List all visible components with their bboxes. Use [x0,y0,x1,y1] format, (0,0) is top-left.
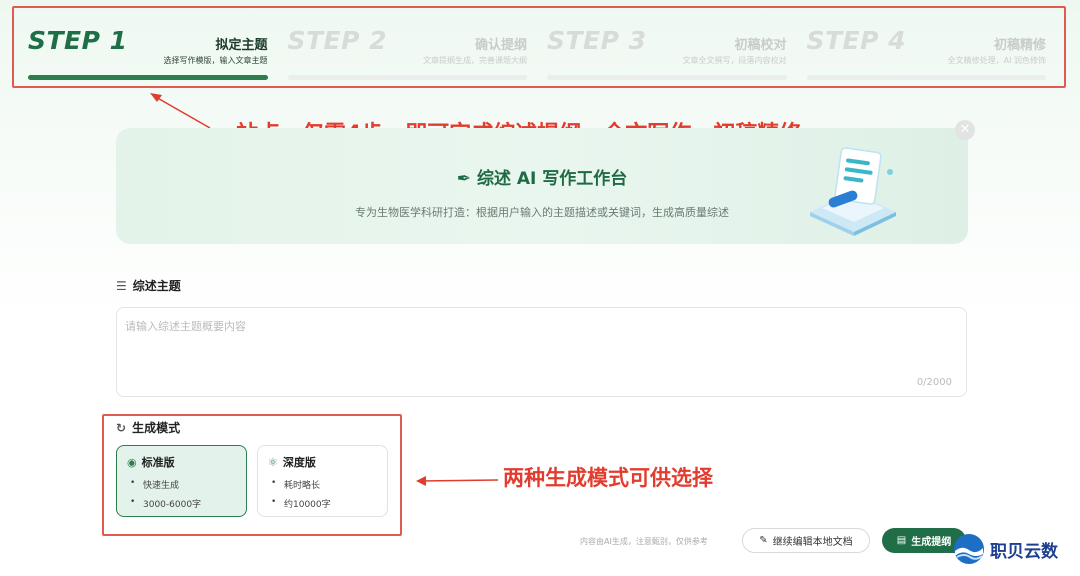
step-title: 拟定主题 [215,38,268,53]
step-description: 选择写作模版，输入文章主题 [163,56,268,65]
workspace-banner: ✒ 综述 AI 写作工作台 专为生物医学科研打造：根据用户输入的主题描述或关键词，… [116,128,968,244]
mode-option-deep[interactable]: ⚛ 深度版 耗时略长 约10000字 [257,445,388,517]
steps-bar: STEP 1 拟定主题 选择写作模版，输入文章主题 STEP 2 确认提纲 文章… [12,6,1066,88]
mode-option-feature: 3000-6000字 [127,497,236,510]
step-number: STEP 4 [806,26,907,55]
step-title: 初稿校对 [734,38,787,53]
mode-option-name: 深度版 [282,456,316,469]
pen-nib-icon: ✒ [456,169,471,189]
document-illustration-icon [810,147,896,236]
step-title: 确认提纲 [474,38,527,53]
step-number: STEP 2 [287,26,388,55]
step-progress-bar [806,75,1046,80]
step-3[interactable]: STEP 3 初稿校对 文章全文撰写，段落内容校对 [539,8,799,86]
ai-disclaimer: 内容由AI生成，注意甄别，仅供参考 [580,537,708,546]
mode-label-text: 生成模式 [132,421,181,435]
step-title: 初稿精修 [993,38,1046,53]
step-number: STEP 3 [547,26,647,55]
arrow-head-modes [416,476,426,486]
mode-option-name: 标准版 [141,456,175,469]
topic-label-text: 综述主题 [132,279,181,293]
mode-section-label: ↻ 生成模式 [116,419,180,436]
brand-logo-icon [954,534,984,564]
annotation-modes: 两种生成模式可供选择 [503,466,713,490]
atom-icon: ⚛ [268,455,278,469]
topic-input[interactable]: 请输入综述主题概要内容 0/2000 [116,307,967,397]
step-description: 全文精修处理，AI 润色修饰 [947,56,1046,65]
topic-placeholder: 请输入综述主题概要内容 [125,320,246,333]
mode-option-feature: 约10000字 [268,497,377,510]
step-1[interactable]: STEP 1 拟定主题 选择写作模版，输入文章主题 [20,8,280,86]
close-banner-button[interactable]: ✕ [955,120,975,140]
step-2[interactable]: STEP 2 确认提纲 文章提纲生成，完善课题大纲 [280,8,540,86]
brand-name: 职贝云数 [990,541,1058,562]
step-number: STEP 1 [28,26,128,55]
step-description: 文章全文撰写，段落内容校对 [682,56,787,65]
step-progress-bar [547,75,787,80]
mode-option-title: ◉ 标准版 [127,454,236,470]
topic-section-label: ☰ 综述主题 [116,277,181,294]
mode-option-standard[interactable]: ◉ 标准版 快速生成 3000-6000字 [116,445,247,517]
edit-local-document-button[interactable]: ✎ 继续编辑本地文档 [742,528,870,553]
character-counter: 0/2000 [916,377,952,388]
generate-button-label: 生成提纲 [911,537,952,548]
edit-icon: ✎ [759,535,768,546]
mode-option-title: ⚛ 深度版 [268,454,377,470]
step-description: 文章提纲生成，完善课题大纲 [423,56,527,65]
step-progress-bar [287,75,527,80]
banner-title: 综述 AI 写作工作台 [476,169,628,189]
document-icon: ▤ [896,535,907,546]
step-progress-bar [28,75,268,80]
brand-watermark: 职贝云数 [952,532,1058,566]
step-4[interactable]: STEP 4 初稿精修 全文精修处理，AI 润色修饰 [799,8,1059,86]
radio-selected-icon: ◉ [127,455,137,469]
list-icon: ☰ [116,278,127,293]
mode-option-feature: 耗时略长 [268,478,377,491]
refresh-icon: ↻ [116,420,127,435]
edit-button-label: 继续编辑本地文档 [772,537,853,548]
arrow-to-modes [419,479,499,482]
mode-option-feature: 快速生成 [127,478,236,491]
